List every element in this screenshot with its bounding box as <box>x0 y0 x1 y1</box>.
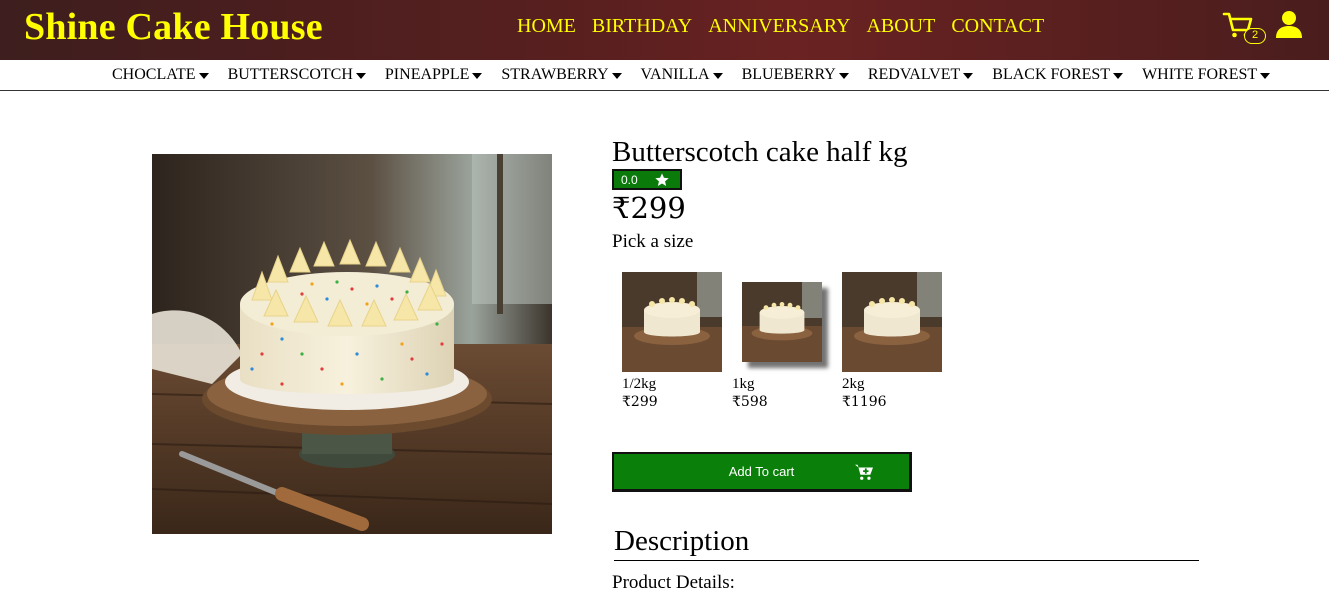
category-blueberry[interactable]: BLUEBERRY <box>742 66 849 84</box>
brand-logo-text[interactable]: Shine Cake House <box>24 4 323 50</box>
size-option-half-kg[interactable]: 1/2kg ₹299 <box>622 272 722 412</box>
size-label: 1kg <box>732 376 755 392</box>
description-heading: Description <box>614 524 1199 561</box>
add-to-cart-button[interactable]: Add To cart <box>612 452 912 492</box>
product-price: ₹299 <box>612 191 686 225</box>
cart-button[interactable]: 2 <box>1222 10 1266 46</box>
rating-badge: 0.0 <box>612 169 682 190</box>
size-price: ₹299 <box>622 394 658 410</box>
size-option-2kg[interactable]: 2kg ₹1196 <box>842 272 942 412</box>
category-redvalvet[interactable]: REDVALVET <box>867 66 974 84</box>
nav-birthday[interactable]: BIRTHDAY <box>592 14 692 38</box>
rating-value: 0.0 <box>621 172 638 187</box>
nav-contact[interactable]: CONTACT <box>951 14 1044 38</box>
category-label: STRAWBERRY <box>501 66 609 83</box>
nav-anniversary[interactable]: ANNIVERSARY <box>708 14 850 38</box>
size-price: ₹598 <box>732 394 768 410</box>
nav-home[interactable]: HOME <box>517 14 576 38</box>
main-nav: HOME BIRTHDAY ANNIVERSARY ABOUT CONTACT <box>517 14 1044 38</box>
category-choclate[interactable]: CHOCLATE <box>112 66 209 84</box>
product-title: Butterscotch cake half kg <box>612 136 908 168</box>
caret-down-icon <box>963 73 974 79</box>
caret-down-icon <box>712 73 723 79</box>
category-strawberry[interactable]: STRAWBERRY <box>501 66 622 84</box>
category-label: BLUEBERRY <box>741 66 836 83</box>
caret-down-icon <box>355 73 366 79</box>
size-label: 1/2kg <box>622 376 657 392</box>
size-thumbnail <box>742 282 822 362</box>
caret-down-icon <box>1113 73 1124 79</box>
caret-down-icon <box>838 73 849 79</box>
caret-down-icon <box>472 73 483 79</box>
caret-down-icon <box>198 73 209 79</box>
category-label: CHOCLATE <box>112 66 196 83</box>
nav-about[interactable]: ABOUT <box>866 14 935 38</box>
caret-down-icon <box>1260 73 1271 79</box>
caret-down-icon <box>611 73 622 79</box>
size-option-1kg[interactable]: 1kg ₹598 <box>732 272 832 412</box>
category-label: WHITE FOREST <box>1142 66 1258 83</box>
site-header: Shine Cake House HOME BIRTHDAY ANNIVERSA… <box>0 0 1329 60</box>
cart-count-badge: 2 <box>1244 28 1266 44</box>
size-price: ₹1196 <box>842 394 887 410</box>
product-image <box>152 154 552 534</box>
category-white-forest[interactable]: WHITE FOREST <box>1142 66 1271 84</box>
size-thumbnail <box>842 272 942 372</box>
size-label: 2kg <box>842 376 865 392</box>
category-label: REDVALVET <box>867 66 961 83</box>
pick-size-label: Pick a size <box>612 231 694 252</box>
category-black-forest[interactable]: BLACK FOREST <box>992 66 1124 84</box>
category-butterscotch[interactable]: BUTTERSCOTCH <box>228 66 366 84</box>
size-thumbnail <box>622 272 722 372</box>
user-icon[interactable] <box>1275 10 1303 40</box>
category-label: VANILLA <box>640 66 710 83</box>
category-vanilla[interactable]: VANILLA <box>641 66 723 84</box>
cart-plus-icon <box>855 464 873 480</box>
category-bar: CHOCLATE BUTTERSCOTCH PINEAPPLE STRAWBER… <box>0 60 1329 91</box>
star-icon <box>655 173 669 186</box>
product-details-label: Product Details: <box>612 572 735 593</box>
add-to-cart-label: Add To cart <box>728 464 795 479</box>
category-label: BLACK FOREST <box>992 66 1111 83</box>
category-label: PINEAPPLE <box>384 66 470 83</box>
category-label: BUTTERSCOTCH <box>227 66 353 83</box>
category-pineapple[interactable]: PINEAPPLE <box>384 66 483 84</box>
